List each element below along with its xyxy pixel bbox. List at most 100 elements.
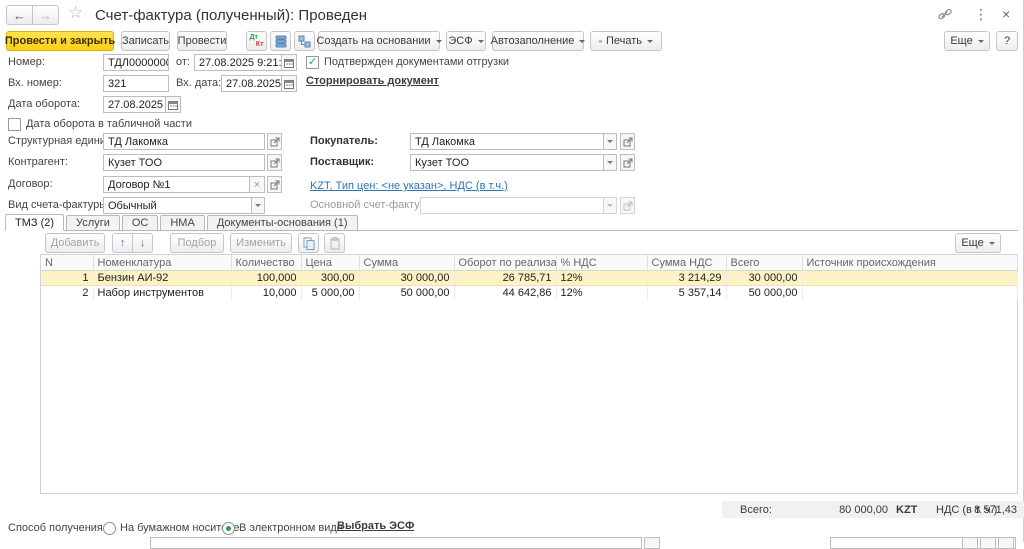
tab-os[interactable]: ОС [122,215,159,230]
turnover-date-calendar-button[interactable] [165,96,181,113]
price-settings-link[interactable]: KZT, Тип цен: <не указан>, НДС (в т.ч.) [310,180,508,192]
cell-nomenclature[interactable]: Набор инструментов [93,286,231,301]
incoming-date-input[interactable]: 27.08.2025 [221,75,282,92]
incoming-number-input[interactable]: 321 [103,75,169,92]
cell-vat-amount[interactable]: 5 357,14 [647,286,726,301]
back-button[interactable]: ← [6,5,33,25]
cell-vat-percent[interactable]: 12% [556,271,647,286]
contract-clear-button[interactable]: × [249,176,265,193]
grid-paste-button[interactable] [324,233,345,253]
reverse-document-link[interactable]: Сторнировать документ [306,75,439,87]
post-and-close-button[interactable]: Провести и закрыть [6,31,114,51]
radio-electronic-label[interactable]: В электронном виде [239,520,343,537]
choose-esf-link[interactable]: Выбрать ЭСФ [337,520,414,532]
help-button[interactable]: ? [996,31,1018,51]
cell-price[interactable]: 300,00 [301,271,359,286]
esf-field-button-partial[interactable] [644,537,660,549]
tab-basis-documents[interactable]: Документы-основания (1) [207,215,358,230]
post-button[interactable]: Провести [177,31,227,51]
turnover-date-input[interactable]: 27.08.2025 [103,96,166,113]
chevron-down-icon [607,140,613,146]
grid-pick-button[interactable]: Подбор [170,233,224,253]
chevron-down-icon [478,40,484,46]
form-more-button[interactable]: Еще [944,31,990,51]
cell-amount[interactable]: 50 000,00 [359,286,454,301]
cell-total[interactable]: 50 000,00 [726,286,802,301]
cell-n[interactable]: 2 [41,286,93,301]
chevron-down-icon [255,204,261,210]
print-button[interactable]: Печать [590,31,662,51]
grid-move-up-button[interactable]: ↑ [112,233,133,253]
main-invoice-input[interactable] [420,197,604,214]
grid-edit-button[interactable]: Изменить [230,233,292,253]
contract-input[interactable]: Договор №1 [103,176,250,193]
cell-total[interactable]: 30 000,00 [726,271,802,286]
cell-amount[interactable]: 30 000,00 [359,271,454,286]
footer-field-button3-partial[interactable] [998,537,1014,549]
confirmed-checkbox[interactable]: ✓ [306,56,319,69]
cell-nomenclature[interactable]: Бензин АИ-92 [93,271,231,286]
kebab-menu-icon[interactable]: ⋮ [974,8,988,21]
date-calendar-button[interactable] [281,54,297,71]
cell-quantity[interactable]: 100,000 [231,271,301,286]
supplier-open-button[interactable] [620,154,635,171]
grid-add-button[interactable]: Добавить [45,233,105,253]
footer-field-button2-partial[interactable] [980,537,996,549]
incoming-date-calendar-button[interactable] [281,75,297,92]
create-based-on-button[interactable]: Создать на основании [318,31,440,51]
invoice-kind-select[interactable]: Обычный [103,197,252,214]
cell-price[interactable]: 5 000,00 [301,286,359,301]
esf-button[interactable]: ЭСФ [446,31,486,51]
contract-open-button[interactable] [267,176,282,193]
turnover-in-table-checkbox[interactable] [8,118,21,131]
cell-turnover[interactable]: 44 642,86 [454,286,556,301]
counterparty-open-button[interactable] [267,154,282,171]
save-button[interactable]: Записать [121,31,170,51]
main-invoice-dropdown-button[interactable] [603,197,617,214]
get-link-icon[interactable] [938,9,952,21]
supplier-input[interactable]: Кузет ТОО [410,154,604,171]
chevron-down-icon [978,40,984,46]
tab-nma[interactable]: НМА [160,215,204,230]
cell-origin[interactable] [802,271,1017,286]
tab-tmz[interactable]: ТМЗ (2) [5,214,64,231]
grid-copy-button[interactable] [298,233,319,253]
buyer-dropdown-button[interactable] [603,133,617,150]
counterparty-input[interactable]: Кузет ТОО [103,154,265,171]
incoming-date-label: Вх. дата: [176,75,221,92]
supplier-dropdown-button[interactable] [603,154,617,171]
register-records-button[interactable] [270,31,291,51]
buyer-input[interactable]: ТД Лакомка [410,133,604,150]
cell-origin[interactable] [802,286,1017,301]
structural-unit-open-button[interactable] [267,133,282,150]
radio-paper[interactable] [103,522,116,535]
radio-electronic[interactable] [222,522,235,535]
grid-more-button[interactable]: Еще [955,233,1001,253]
turnover-in-table-label[interactable]: Дата оборота в табличной части [26,116,192,133]
accounting-entries-button[interactable]: Дт Кт [246,31,267,51]
cell-vat-percent[interactable]: 12% [556,286,647,301]
col-header-vat-percent: % НДС [556,255,647,271]
grid-move-down-button[interactable]: ↓ [132,233,153,253]
number-input[interactable]: ТДЛ00000001 [103,54,169,71]
cell-n[interactable]: 1 [41,271,93,286]
confirmed-checkbox-label[interactable]: Подтвержден документами отгрузки [324,54,509,71]
document-structure-button[interactable] [294,31,315,51]
forward-button[interactable]: → [32,5,59,25]
structural-unit-input[interactable]: ТД Лакомка [103,133,265,150]
cell-turnover[interactable]: 26 785,71 [454,271,556,286]
cell-quantity[interactable]: 10,000 [231,286,301,301]
buyer-open-button[interactable] [620,133,635,150]
forward-icon: → [39,8,52,23]
main-invoice-open-button[interactable] [620,197,635,214]
items-table: N Номенклатура Количество Цена Сумма Обо… [40,254,1018,494]
tab-services[interactable]: Услуги [66,215,120,230]
close-icon[interactable]: × [1002,8,1010,21]
cell-vat-amount[interactable]: 3 214,29 [647,271,726,286]
favorite-star-icon[interactable]: ☆ [68,6,83,19]
footer-field-button-partial[interactable] [962,537,978,549]
date-input[interactable]: 27.08.2025 9:21:21 [194,54,282,71]
autofill-button[interactable]: Автозаполнение [492,31,584,51]
invoice-kind-dropdown-button[interactable] [251,197,265,214]
esf-field-partial[interactable] [150,537,642,549]
